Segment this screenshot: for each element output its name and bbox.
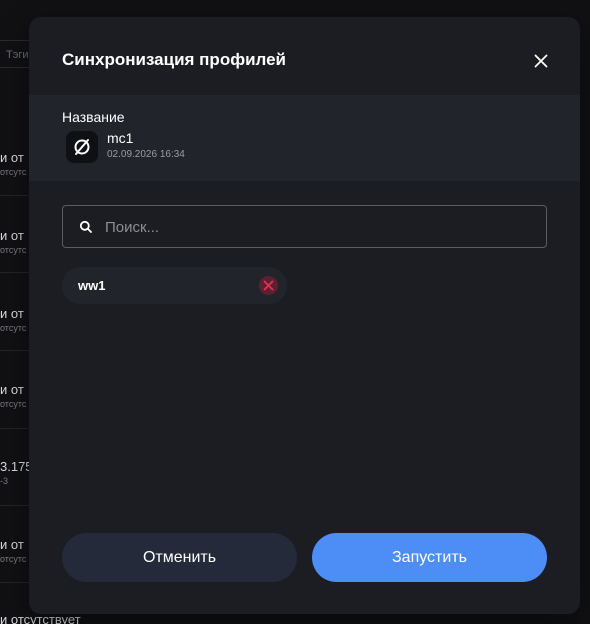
search-field[interactable]: [62, 205, 547, 249]
background-item-title: и от: [0, 382, 24, 397]
sync-profiles-dialog: Синхронизация профилей Название mc1 02.0…: [29, 17, 580, 614]
background-item-title: и от: [0, 306, 24, 321]
name-column-header: Название: [62, 109, 125, 125]
dialog-title: Синхронизация профилей: [62, 50, 287, 69]
cancel-button[interactable]: Отменить: [62, 533, 297, 582]
profile-table: Название mc1 02.09.2026 16:34: [29, 95, 580, 181]
search-input[interactable]: [103, 206, 537, 249]
selected-profile-chip: ww1: [62, 267, 287, 304]
chip-label: ww1: [78, 278, 106, 293]
remove-icon: [263, 280, 274, 291]
run-button[interactable]: Запустить: [312, 533, 547, 582]
background-item-title: и от: [0, 228, 24, 243]
search-icon: [79, 220, 92, 233]
background-item-title: и от: [0, 537, 24, 552]
background-item-title: и от: [0, 150, 24, 165]
profile-date: 02.09.2026 16:34: [107, 149, 185, 160]
remove-chip-button[interactable]: [259, 276, 278, 295]
close-button[interactable]: [531, 51, 551, 71]
profile-avatar: [66, 131, 98, 163]
slashed-circle-icon: [74, 139, 90, 155]
close-icon: [534, 54, 548, 68]
profile-name: mc1: [107, 130, 134, 146]
